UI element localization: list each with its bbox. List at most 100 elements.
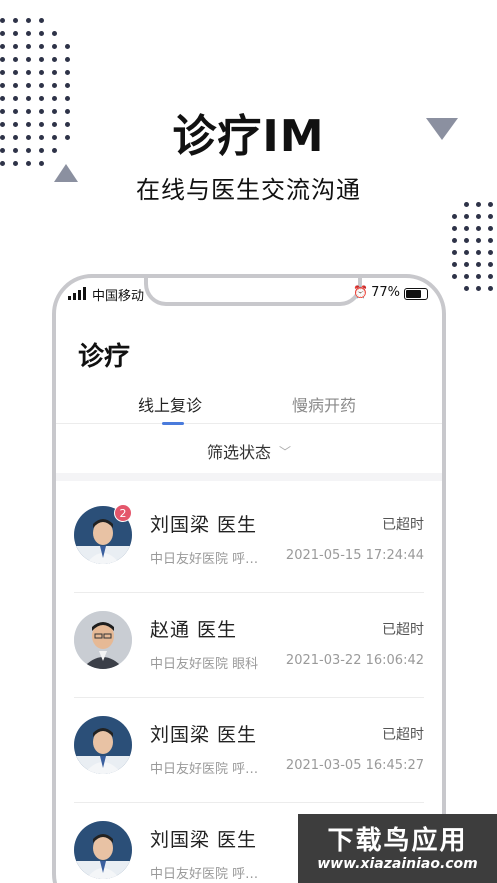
hospital-department: 中日友好医院 呼… — [150, 552, 259, 567]
decorative-dot — [26, 57, 31, 62]
consultation-status: 已超时 — [382, 727, 424, 743]
battery-icon — [404, 288, 428, 300]
decorative-dot — [26, 44, 31, 49]
decorative-dot — [464, 238, 469, 243]
decorative-dot — [464, 226, 469, 231]
decorative-dot — [65, 70, 70, 75]
list-item[interactable]: 赵通 医生 已超时 中日友好医院 眼科 2021-03-22 16:06:42 — [74, 593, 424, 698]
decorative-dot — [464, 286, 469, 291]
watermark-url: www.xiazainiao.com — [317, 856, 478, 872]
hospital-department: 中日友好医院 呼… — [150, 867, 259, 882]
hero-title: 诊疗IM — [172, 111, 325, 162]
decorative-dot — [39, 70, 44, 75]
decorative-dot — [452, 226, 457, 231]
consultation-time: 2021-03-05 16:45:27 — [285, 758, 424, 773]
decorative-dot — [39, 44, 44, 49]
decorative-dot — [13, 70, 18, 75]
doctor-avatar — [74, 821, 132, 879]
decorative-dot — [13, 83, 18, 88]
decorative-dot — [452, 274, 457, 279]
decorative-dot — [65, 83, 70, 88]
decorative-dot — [26, 70, 31, 75]
decorative-dot — [452, 250, 457, 255]
page-title: 诊疗 — [78, 342, 131, 372]
decorative-dot — [39, 18, 44, 23]
list-item[interactable]: 2 刘国梁 医生 已超时 中日友好医院 呼… 2021-05-15 17:24:… — [74, 488, 424, 593]
decorative-dot — [13, 44, 18, 49]
decorative-dot — [464, 250, 469, 255]
battery-percent: 77% — [371, 285, 400, 300]
alarm-icon: ⏰ — [353, 285, 368, 299]
filter-status-dropdown[interactable]: 筛选状态 ﹀ — [56, 425, 442, 481]
decorative-dot — [476, 226, 481, 231]
decorative-dot — [464, 214, 469, 219]
doctor-name: 刘国梁 医生 — [150, 724, 258, 746]
status-bar: 中国移动 ⏰ 77% — [56, 284, 442, 304]
decorative-dot — [52, 57, 57, 62]
watermark-logo: 下载鸟应用 www.xiazainiao.com — [298, 814, 497, 883]
decorative-dot — [0, 83, 5, 88]
decorative-dot — [0, 18, 5, 23]
decorative-dot — [464, 274, 469, 279]
decorative-dot — [488, 274, 493, 279]
chevron-down-icon: ﹀ — [279, 445, 292, 459]
tab-online-revisit[interactable]: 线上复诊 — [110, 392, 230, 416]
decorative-dot — [0, 31, 5, 36]
decorative-dot — [488, 214, 493, 219]
decorative-dot — [452, 238, 457, 243]
phone-frame: 中国移动 ⏰ 77% 诊疗 线上复诊 慢病开药 筛选状态 ﹀ 2 刘国梁 医生 … — [52, 274, 446, 883]
consultation-status: 已超时 — [382, 517, 424, 533]
decorative-dot — [26, 31, 31, 36]
signal-icon — [68, 287, 90, 300]
decorative-dot — [0, 70, 5, 75]
decorative-dot — [39, 83, 44, 88]
decorative-dot — [13, 57, 18, 62]
decorative-dot — [0, 57, 5, 62]
decorative-dot — [65, 57, 70, 62]
decorative-dot — [476, 262, 481, 267]
consultation-status: 已超时 — [382, 622, 424, 638]
decorative-dot — [13, 18, 18, 23]
decorative-dot — [464, 262, 469, 267]
decorative-dot — [476, 250, 481, 255]
decorative-dot — [39, 57, 44, 62]
decorative-dot — [52, 70, 57, 75]
decorative-dot — [488, 250, 493, 255]
doctor-name: 刘国梁 医生 — [150, 829, 258, 851]
decorative-dot-pattern-right — [440, 190, 497, 300]
consultation-time: 2021-03-22 16:06:42 — [285, 653, 424, 668]
hospital-department: 中日友好医院 眼科 — [150, 657, 259, 672]
decorative-dot — [52, 44, 57, 49]
carrier-label: 中国移动 — [92, 289, 145, 304]
decorative-dot — [488, 286, 493, 291]
hero-subtitle: 在线与医生交流沟通 — [136, 176, 361, 204]
decorative-dot — [26, 18, 31, 23]
tab-bar: 线上复诊 慢病开药 — [56, 384, 442, 425]
decorative-dot — [52, 31, 57, 36]
consultation-time: 2021-05-15 17:24:44 — [285, 548, 424, 563]
decorative-dot — [476, 274, 481, 279]
doctor-avatar — [74, 611, 132, 669]
decorative-dot — [52, 83, 57, 88]
decorative-dot — [39, 31, 44, 36]
watermark-brand: 下载鸟应用 — [327, 826, 468, 856]
doctor-avatar — [74, 716, 132, 774]
decorative-dot — [488, 226, 493, 231]
doctor-name: 赵通 医生 — [150, 619, 238, 641]
decorative-dot — [476, 286, 481, 291]
decorative-dot — [452, 262, 457, 267]
tab-chronic-prescription[interactable]: 慢病开药 — [264, 392, 384, 416]
decorative-dot — [488, 238, 493, 243]
decorative-dot — [13, 31, 18, 36]
decorative-dot — [476, 214, 481, 219]
decorative-dot — [476, 238, 481, 243]
decorative-dot — [452, 214, 457, 219]
list-item[interactable]: 刘国梁 医生 已超时 中日友好医院 呼… 2021-03-05 16:45:27 — [74, 698, 424, 803]
unread-count-badge: 2 — [114, 504, 132, 522]
filter-label: 筛选状态 — [206, 443, 271, 462]
decorative-dot — [0, 44, 5, 49]
doctor-name: 刘国梁 医生 — [150, 514, 258, 536]
decorative-dot — [488, 262, 493, 267]
decorative-dot — [26, 83, 31, 88]
decorative-dot — [65, 44, 70, 49]
